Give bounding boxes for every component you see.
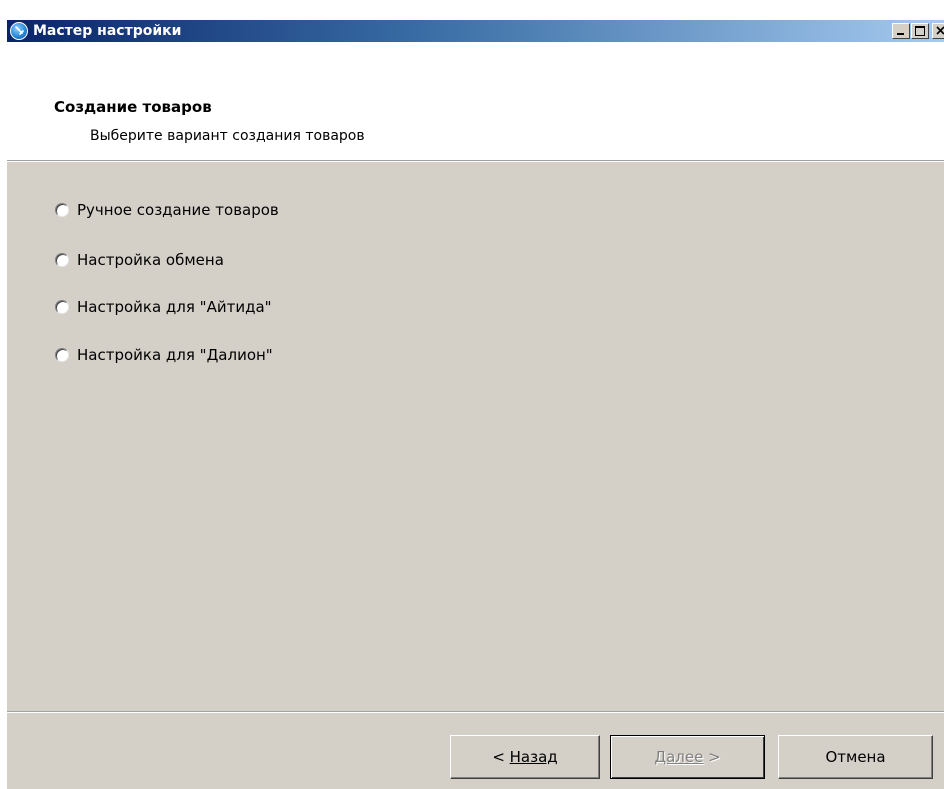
page-title: Создание товаров (54, 98, 212, 116)
back-arrow: < (492, 748, 510, 766)
back-button[interactable]: < Назад (450, 735, 600, 779)
wizard-window: Мастер настройки Создание товаров Выбери… (6, 20, 944, 789)
next-button[interactable]: Далее > (610, 735, 765, 779)
title-bar[interactable]: Мастер настройки (7, 20, 944, 42)
radio-button[interactable] (55, 348, 69, 362)
close-icon (936, 26, 944, 35)
close-button[interactable] (932, 23, 944, 39)
app-wizard-icon[interactable] (10, 22, 28, 40)
option-label: Настройка для "Далион" (77, 346, 273, 364)
next-arrow: > (703, 748, 721, 766)
wizard-header: Создание товаров Выберите вариант создан… (7, 42, 944, 161)
back-label: Назад (509, 748, 558, 766)
option-label: Настройка обмена (77, 251, 224, 269)
maximize-button[interactable] (911, 23, 929, 39)
page-subtitle: Выберите вариант создания товаров (90, 128, 365, 144)
window-title: Мастер настройки (33, 23, 182, 39)
radio-button[interactable] (55, 253, 69, 267)
minimize-button[interactable] (892, 23, 910, 39)
footer-divider (7, 711, 944, 713)
option-label: Ручное создание товаров (77, 201, 279, 219)
next-label: Далее (654, 748, 704, 766)
radio-button[interactable] (55, 203, 69, 217)
cancel-button[interactable]: Отмена (778, 735, 933, 779)
radio-button[interactable] (55, 300, 69, 314)
option-label: Настройка для "Айтида" (77, 298, 272, 316)
